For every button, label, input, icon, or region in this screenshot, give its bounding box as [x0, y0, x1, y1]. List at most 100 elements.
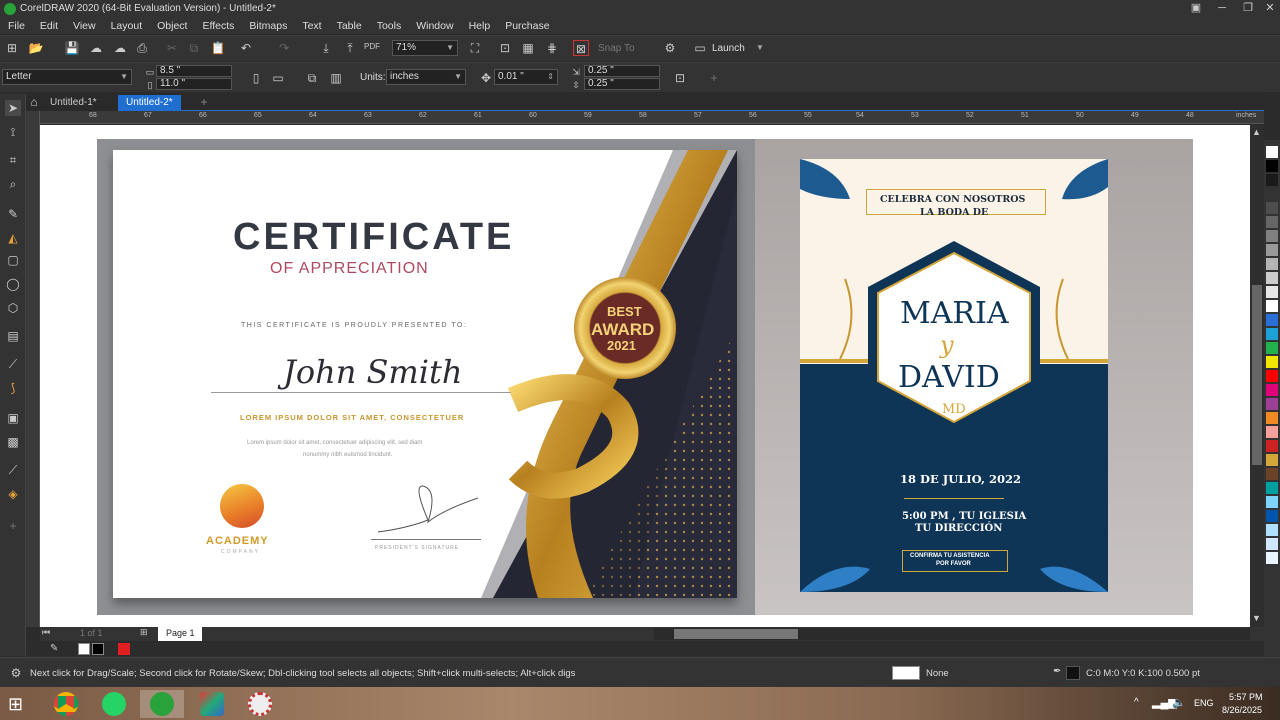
cut-icon[interactable]: ✂ [164, 40, 180, 56]
fill-tool-icon[interactable]: ◈ [5, 486, 21, 502]
table-tool-icon[interactable]: ▤ [5, 328, 21, 344]
coreldraw-taskbar-icon[interactable] [140, 690, 184, 718]
undo-icon[interactable]: ↶ [238, 40, 254, 56]
swatch-black[interactable] [92, 643, 104, 655]
settings-gear-icon[interactable]: ⚙ [8, 665, 24, 681]
whatsapp-icon[interactable] [92, 690, 136, 718]
palette-swatch[interactable] [1266, 510, 1278, 522]
save-icon[interactable]: 💾 [64, 40, 80, 56]
app-icon-4[interactable] [190, 690, 234, 718]
open-icon[interactable]: 📂 [28, 40, 44, 56]
palette-swatch[interactable] [1266, 188, 1278, 200]
snap-toggle-icon[interactable]: ⊠ [573, 40, 589, 56]
add-page-icon[interactable]: ⊞ [140, 627, 148, 638]
new-document-icon[interactable]: ⊞ [4, 40, 20, 56]
duplicate-x-field[interactable]: 0.25 " [584, 65, 660, 77]
palette-swatch[interactable] [1266, 244, 1278, 256]
horizontal-scrollbar[interactable] [654, 628, 1250, 640]
menu-object[interactable]: Object [157, 18, 187, 34]
page-1-tab[interactable]: Page 1 [158, 627, 202, 641]
swatch-none[interactable] [78, 643, 90, 655]
page-size-select[interactable]: Letter ▼ [2, 69, 132, 85]
palette-swatch[interactable] [1266, 272, 1278, 284]
menu-file[interactable]: File [8, 18, 25, 34]
polygon-tool-icon[interactable]: ⬡ [5, 300, 21, 316]
palette-swatch[interactable] [1266, 202, 1278, 214]
h-scroll-thumb[interactable] [674, 629, 798, 639]
tray-chevron-icon[interactable]: ^ [1134, 697, 1139, 708]
palette-swatch[interactable] [1266, 538, 1278, 550]
copy-icon[interactable]: ⧉ [186, 40, 202, 56]
windows-start-icon[interactable]: ⊞ [8, 694, 23, 715]
minimize-button[interactable]: ─ [1208, 0, 1236, 16]
launch-icon[interactable]: ▭ [692, 40, 708, 56]
page-width-field[interactable]: 8.5 " [156, 65, 232, 77]
cloud-download-icon[interactable]: ☁ [112, 40, 128, 56]
menu-window[interactable]: Window [416, 18, 453, 34]
zoom-tool-icon[interactable]: ⌕ [5, 176, 21, 192]
portrait-icon[interactable]: ▯ [248, 70, 264, 86]
palette-swatch[interactable] [1266, 328, 1278, 340]
page-height-field[interactable]: 11.0 " [156, 78, 232, 90]
import-icon[interactable]: ⤓ [318, 40, 334, 56]
palette-swatch[interactable] [1266, 258, 1278, 270]
transparency-tool-icon[interactable]: ▩ [5, 434, 21, 450]
pick-tool-icon[interactable]: ➤ [5, 100, 21, 116]
tab-untitled-1[interactable]: Untitled-1* [42, 95, 105, 110]
palette-swatch[interactable] [1266, 440, 1278, 452]
palette-swatch[interactable] [1266, 314, 1278, 326]
ellipse-tool-icon[interactable]: ◯ [5, 276, 21, 292]
scroll-up-icon[interactable]: ▲ [1252, 127, 1261, 137]
vertical-scrollbar[interactable]: ▲ ▼ [1250, 125, 1264, 627]
palette-swatch[interactable] [1266, 230, 1278, 242]
cloud-upload-icon[interactable]: ☁ [88, 40, 104, 56]
close-button[interactable]: ✕ [1256, 0, 1280, 16]
all-pages-icon[interactable]: ⧉ [304, 70, 320, 86]
palette-swatch[interactable] [1266, 342, 1278, 354]
eyedropper-icon[interactable]: ✎ [50, 643, 58, 654]
palette-swatch[interactable] [1266, 286, 1278, 298]
chrome-icon[interactable] [44, 690, 88, 718]
scroll-thumb[interactable] [1252, 285, 1262, 465]
menu-text[interactable]: Text [302, 18, 321, 34]
palette-swatch[interactable] [1266, 524, 1278, 536]
export-icon[interactable]: ⤒ [342, 40, 358, 56]
wedding-invitation-design[interactable]: CELEBRA CON NOSOTROS LA BODA DE MARIA y … [800, 159, 1108, 592]
menu-view[interactable]: View [73, 18, 96, 34]
crop-tool-icon[interactable]: ⌗ [5, 152, 21, 168]
paste-icon[interactable]: 📋 [210, 40, 226, 56]
dimension-tool-icon[interactable]: ⟋ [5, 356, 21, 372]
horizontal-ruler[interactable]: 68 67 66 65 64 63 62 61 60 59 58 57 56 5… [40, 111, 1264, 124]
language-indicator[interactable]: ENG [1194, 698, 1214, 708]
clock-date[interactable]: 8/26/2025 [1222, 705, 1262, 715]
full-screen-icon[interactable]: ⛶ [467, 40, 483, 56]
palette-swatch[interactable] [1266, 552, 1278, 564]
palette-swatch[interactable] [1266, 146, 1278, 158]
palette-swatch[interactable] [1266, 174, 1278, 186]
scroll-down-icon[interactable]: ▼ [1252, 613, 1261, 623]
menu-effects[interactable]: Effects [202, 18, 234, 34]
vertical-ruler[interactable] [26, 111, 40, 627]
palette-swatch[interactable] [1266, 356, 1278, 368]
menu-purchase[interactable]: Purchase [505, 18, 549, 34]
units-select[interactable]: inches ▼ [386, 69, 466, 85]
add-icon[interactable]: + [706, 70, 722, 86]
menu-table[interactable]: Table [337, 18, 362, 34]
nudge-distance-field[interactable]: 0.01 " ⇕ [494, 69, 558, 85]
eyedropper-tool-icon[interactable]: ⟋ [5, 462, 21, 478]
launch-dropdown[interactable]: Launch [712, 43, 745, 54]
palette-swatch[interactable] [1266, 496, 1278, 508]
page-frame-icon[interactable]: ⊡ [672, 70, 688, 86]
duplicate-y-field[interactable]: 0.25 " [584, 78, 660, 90]
chevron-down-icon[interactable]: ▼ [756, 43, 764, 52]
palette-swatch[interactable] [1266, 426, 1278, 438]
snap-to-dropdown[interactable]: Snap To [598, 43, 635, 54]
menu-layout[interactable]: Layout [111, 18, 143, 34]
zoom-level-field[interactable]: 71% ▼ [392, 40, 458, 56]
new-tab-icon[interactable]: + [196, 94, 212, 110]
palette-swatch[interactable] [1266, 412, 1278, 424]
pdf-export-button[interactable]: PDF [364, 42, 380, 51]
menu-bitmaps[interactable]: Bitmaps [249, 18, 287, 34]
rectangle-tool-icon[interactable]: ▢ [5, 252, 21, 268]
clock-time[interactable]: 5:57 PM [1229, 692, 1263, 702]
